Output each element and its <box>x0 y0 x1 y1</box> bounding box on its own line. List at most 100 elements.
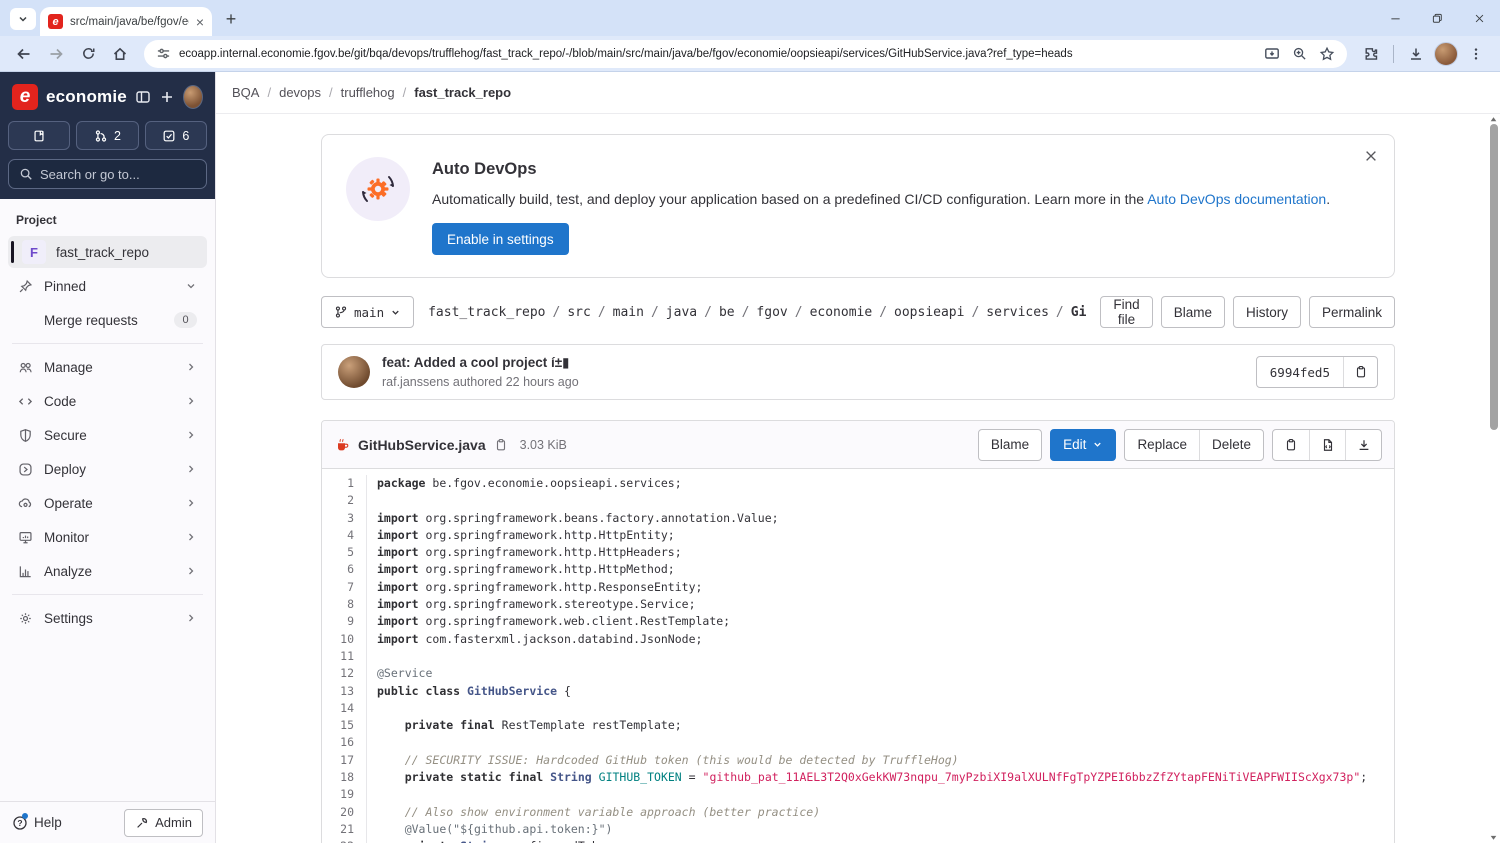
line-number[interactable]: 13 <box>322 683 366 700</box>
bookmark-star-icon[interactable] <box>1319 46 1335 62</box>
line-number[interactable]: 2 <box>322 492 366 509</box>
find-file-button[interactable]: Find file <box>1100 296 1153 328</box>
branch-selector[interactable]: main <box>321 296 415 328</box>
forward-button[interactable] <box>42 40 70 68</box>
line-number[interactable]: 22 <box>322 838 366 843</box>
help-button[interactable]: ? Help <box>12 812 62 831</box>
commit-author-avatar[interactable] <box>338 356 370 388</box>
home-button[interactable] <box>106 40 134 68</box>
sidebar-item-analyze[interactable]: Analyze <box>8 555 207 587</box>
line-number[interactable]: 6 <box>322 561 366 578</box>
page-scrollbar[interactable] <box>1487 114 1500 843</box>
code-lines[interactable]: 1 package be.fgov.economie.oopsieapi.serv… <box>322 469 1394 843</box>
copy-path-icon[interactable] <box>494 438 508 452</box>
line-number[interactable]: 20 <box>322 804 366 821</box>
sidebar-item-operate[interactable]: Operate <box>8 487 207 519</box>
sidebar-item-code[interactable]: Code <box>8 385 207 417</box>
line-number[interactable]: 17 <box>322 752 366 769</box>
tab-close-icon[interactable]: × <box>196 15 204 29</box>
merge-requests-shortcut-button[interactable]: 2 <box>76 121 139 150</box>
sidebar-toggle-icon[interactable] <box>135 89 151 105</box>
address-bar[interactable]: ecoapp.internal.economie.fgov.be/git/bqa… <box>144 39 1347 68</box>
create-new-icon[interactable] <box>159 89 175 105</box>
line-number[interactable]: 12 <box>322 665 366 682</box>
line-number[interactable]: 9 <box>322 613 366 630</box>
delete-button[interactable]: Delete <box>1198 429 1263 460</box>
breadcrumb-item[interactable]: oopsieapi <box>894 305 964 320</box>
sidebar-item-merge-requests[interactable]: Merge requests 0 <box>8 304 207 336</box>
breadcrumb-item[interactable]: be <box>719 305 735 320</box>
history-button[interactable]: History <box>1232 296 1301 328</box>
admin-button[interactable]: Admin <box>124 808 203 837</box>
breadcrumb-item[interactable]: main <box>613 305 644 320</box>
breadcrumb-item[interactable]: fast_track_repo <box>428 305 545 320</box>
minimize-button[interactable] <box>1374 0 1416 36</box>
close-button[interactable] <box>1458 0 1500 36</box>
browser-profile-avatar[interactable] <box>1434 41 1458 66</box>
search-input[interactable]: Search or go to... <box>8 159 207 189</box>
sidebar-item-project[interactable]: F fast_track_repo <box>8 236 207 268</box>
breadcrumb-item[interactable]: services <box>986 305 1049 320</box>
copy-sha-icon[interactable] <box>1343 357 1377 387</box>
breadcrumb-item[interactable]: trufflehog <box>341 85 395 100</box>
auto-devops-doc-link[interactable]: Auto DevOps documentation <box>1147 191 1326 207</box>
sidebar-item-secure[interactable]: Secure <box>8 419 207 451</box>
open-raw-icon[interactable] <box>1309 429 1345 460</box>
download-icon[interactable] <box>1345 429 1381 460</box>
line-number[interactable]: 7 <box>322 579 366 596</box>
banner-close-icon[interactable] <box>1364 149 1378 163</box>
copy-file-contents-icon[interactable] <box>1273 430 1309 460</box>
line-number[interactable]: 3 <box>322 510 366 527</box>
commit-sha[interactable]: 6994fed5 <box>1257 357 1343 387</box>
blame-nav-button[interactable]: Blame <box>1160 296 1225 328</box>
tab-search-button[interactable] <box>10 8 36 30</box>
user-avatar[interactable] <box>182 85 203 109</box>
breadcrumb-item[interactable]: src <box>567 305 590 320</box>
permalink-button[interactable]: Permalink <box>1308 296 1395 328</box>
install-app-icon[interactable] <box>1264 46 1280 62</box>
line-number[interactable]: 16 <box>322 734 366 751</box>
replace-button[interactable]: Replace <box>1125 430 1199 460</box>
sidebar-item-pinned[interactable]: Pinned <box>8 270 207 302</box>
blame-button[interactable]: Blame <box>977 428 1043 461</box>
line-number[interactable]: 21 <box>322 821 366 838</box>
line-number[interactable]: 5 <box>322 544 366 561</box>
restore-button[interactable] <box>1416 0 1458 36</box>
breadcrumb-item[interactable]: fgov <box>756 305 787 320</box>
breadcrumb-item[interactable]: economie <box>810 305 873 320</box>
browser-tab[interactable]: e src/main/java/be/fgov/economi × <box>40 7 212 36</box>
new-tab-button[interactable]: + <box>218 6 244 32</box>
breadcrumb-item[interactable]: BQA <box>232 85 259 100</box>
sidebar-item-settings[interactable]: Settings <box>8 602 207 634</box>
enable-in-settings-button[interactable]: Enable in settings <box>432 223 569 255</box>
sidebar-item-deploy[interactable]: Deploy <box>8 453 207 485</box>
economie-logo[interactable]: e <box>12 84 38 110</box>
scrollbar-thumb[interactable] <box>1490 124 1498 430</box>
line-number[interactable]: 1 <box>322 475 366 492</box>
browser-menu-icon[interactable] <box>1462 40 1490 68</box>
sidebar-item-manage[interactable]: Manage <box>8 351 207 383</box>
edit-button[interactable]: Edit <box>1050 428 1117 461</box>
zoom-icon[interactable] <box>1292 46 1307 61</box>
line-number[interactable]: 8 <box>322 596 366 613</box>
sidebar-item-monitor[interactable]: Monitor <box>8 521 207 553</box>
commit-title[interactable]: feat: Added a cool project í±▮ <box>382 355 579 371</box>
line-number[interactable]: 19 <box>322 786 366 803</box>
extensions-icon[interactable] <box>1357 40 1385 68</box>
line-number[interactable]: 18 <box>322 769 366 786</box>
back-button[interactable] <box>10 40 38 68</box>
sidebar-divider <box>12 594 203 595</box>
breadcrumb-item[interactable]: java <box>666 305 697 320</box>
line-number[interactable]: 11 <box>322 648 366 665</box>
line-number[interactable]: 4 <box>322 527 366 544</box>
line-number[interactable]: 15 <box>322 717 366 734</box>
breadcrumb-item[interactable]: devops <box>279 85 321 100</box>
line-number[interactable]: 10 <box>322 631 366 648</box>
issues-shortcut-button[interactable] <box>8 121 71 150</box>
reload-button[interactable] <box>74 40 102 68</box>
todos-shortcut-button[interactable]: 6 <box>144 121 207 150</box>
downloads-icon[interactable] <box>1402 40 1430 68</box>
line-number[interactable]: 14 <box>322 700 366 717</box>
site-settings-icon[interactable] <box>156 46 171 61</box>
scroll-down-arrow[interactable] <box>1488 832 1499 843</box>
